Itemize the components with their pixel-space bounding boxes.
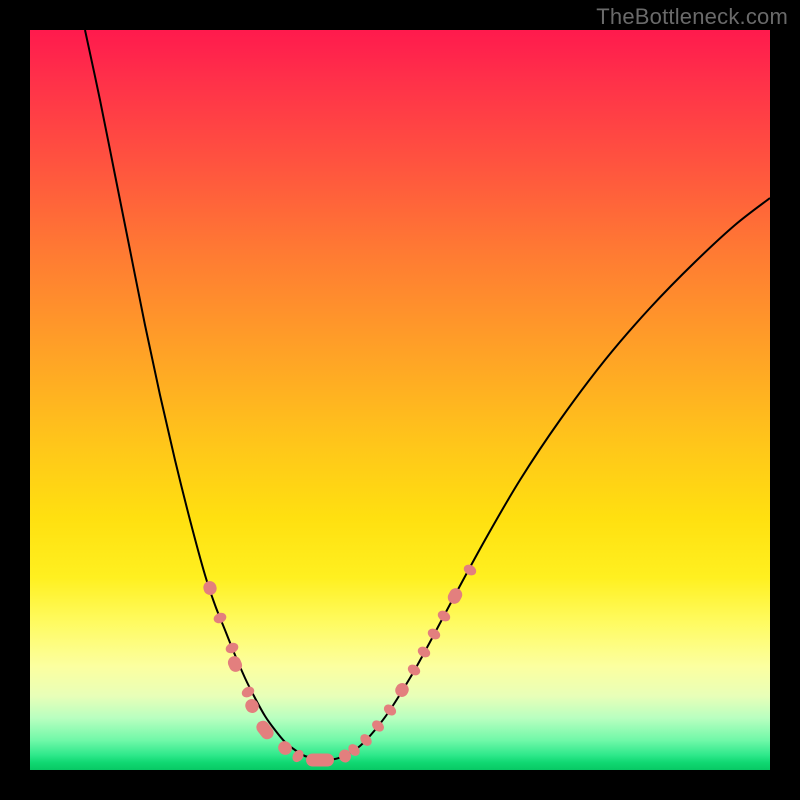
curve-marker	[212, 611, 228, 625]
curve-marker	[416, 645, 432, 660]
curve-marker	[462, 563, 478, 578]
curve-marker	[426, 627, 442, 642]
curve-marker	[406, 662, 422, 677]
curve-layer	[30, 30, 770, 770]
curve-marker	[393, 681, 411, 700]
curve-marker	[254, 718, 277, 742]
curve-marker	[275, 738, 294, 757]
curve-marker	[436, 609, 452, 624]
plot-area	[30, 30, 770, 770]
curve-marker	[202, 579, 218, 596]
curve-marker	[306, 754, 334, 767]
marker-group	[202, 563, 478, 767]
curve-marker	[382, 702, 398, 718]
curve-marker	[224, 641, 240, 655]
curve-marker	[243, 697, 261, 715]
chart-frame: TheBottleneck.com	[0, 0, 800, 800]
watermark-text: TheBottleneck.com	[596, 4, 788, 30]
curve-marker	[445, 586, 464, 606]
